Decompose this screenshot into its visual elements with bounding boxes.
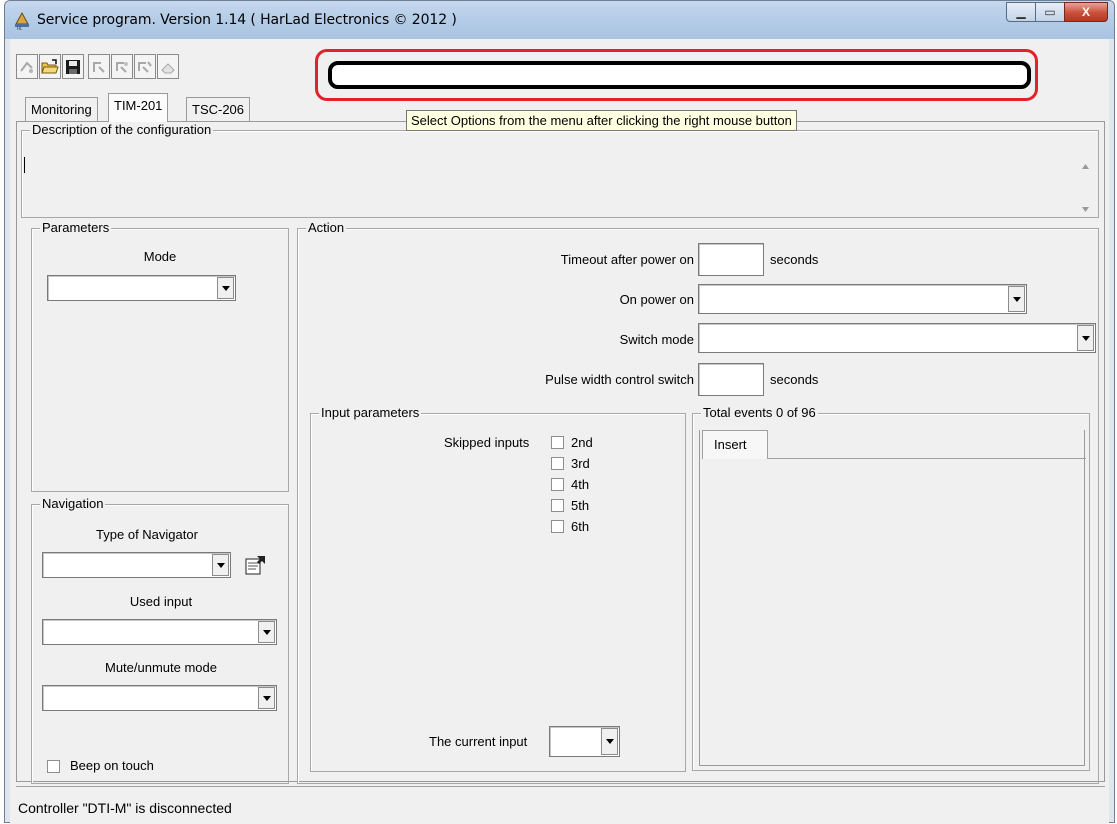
- switch-mode-select[interactable]: [698, 323, 1096, 353]
- timeout-input[interactable]: [698, 243, 764, 276]
- navigation-legend: Navigation: [40, 496, 106, 511]
- navigator-properties-icon[interactable]: [243, 553, 268, 577]
- tab-tim-201[interactable]: TIM-201: [108, 93, 169, 122]
- power-on-label: On power on: [619, 292, 694, 307]
- open-folder-icon[interactable]: [39, 54, 61, 79]
- skip-input-6th-label: 6th: [571, 519, 590, 534]
- skip-input-3rd-label: 3rd: [571, 456, 590, 471]
- navigation-group: Navigation Type of Navigator Used input: [31, 496, 289, 784]
- skipped-inputs-label: Skipped inputs: [444, 435, 530, 450]
- events-group: Total events 0 of 96 Insert: [692, 405, 1090, 771]
- save-disk-icon[interactable]: [62, 54, 84, 79]
- mute-mode-label: Mute/unmute mode: [104, 660, 217, 675]
- client-area: Monitoring TIM-201 TSC-206 Description o…: [10, 39, 1109, 824]
- skip-input-3rd-checkbox[interactable]: [551, 457, 564, 470]
- tab-monitoring[interactable]: Monitoring: [25, 97, 98, 121]
- pulse-width-unit-label: seconds: [770, 372, 819, 387]
- navigator-type-label: Type of Navigator: [96, 527, 198, 542]
- toolbar: [16, 54, 180, 79]
- skip-input-6th-checkbox[interactable]: [551, 520, 564, 533]
- close-button[interactable]: X: [1064, 2, 1108, 22]
- used-input-select[interactable]: [42, 619, 277, 645]
- write-icon[interactable]: [111, 54, 133, 79]
- navigator-type-select[interactable]: [42, 552, 231, 578]
- maximize-button[interactable]: ▭: [1035, 2, 1065, 22]
- events-legend: Total events 0 of 96: [701, 405, 818, 420]
- beep-on-touch-label: Beep on touch: [70, 758, 154, 773]
- minimize-button[interactable]: ▁: [1006, 2, 1036, 22]
- tab-page-tim-201: Description of the configuration Paramet…: [16, 121, 1105, 784]
- message-display: [328, 61, 1031, 89]
- mute-mode-select[interactable]: [42, 685, 277, 711]
- input-parameters-legend: Input parameters: [319, 405, 422, 420]
- skip-input-4th-checkbox[interactable]: [551, 478, 564, 491]
- chevron-down-icon[interactable]: [1008, 286, 1025, 312]
- window-title: Service program. Version 1.14 ( HarLad E…: [37, 12, 457, 28]
- skip-input-5th-checkbox[interactable]: [551, 499, 564, 512]
- chevron-down-icon[interactable]: [1077, 325, 1094, 351]
- description-textarea[interactable]: [22, 147, 1078, 215]
- read-icon[interactable]: [88, 54, 110, 79]
- parameters-group: Parameters Mode: [31, 220, 289, 492]
- parameters-legend: Parameters: [40, 220, 112, 235]
- current-input-select[interactable]: [549, 726, 620, 757]
- tab-insert[interactable]: Insert: [702, 430, 768, 459]
- status-bar: Controller "DTI-M" is disconnected: [16, 786, 1105, 819]
- chevron-down-icon[interactable]: [217, 277, 234, 299]
- action-legend: Action: [306, 220, 347, 235]
- status-text: Controller "DTI-M" is disconnected: [18, 800, 232, 816]
- verify-icon[interactable]: [134, 54, 156, 79]
- tooltip: Select Options from the menu after click…: [406, 110, 797, 131]
- timeout-unit-label: seconds: [770, 252, 819, 267]
- action-group: Action Timeout after power on seconds On…: [297, 220, 1099, 784]
- mode-label: Mode: [143, 249, 177, 264]
- tab-label: TIM-201: [114, 98, 163, 113]
- beep-on-touch-checkbox[interactable]: [47, 760, 60, 773]
- tab-label: Monitoring: [31, 102, 92, 117]
- switch-mode-label: Switch mode: [619, 332, 694, 347]
- window-controls: ▁ ▭ X: [1006, 2, 1108, 22]
- timeout-label: Timeout after power on: [560, 252, 694, 267]
- skip-input-2nd-label: 2nd: [571, 435, 593, 450]
- skip-input-4th-label: 4th: [571, 477, 590, 492]
- pulse-width-input[interactable]: [698, 363, 764, 396]
- tab-label: Insert: [714, 437, 747, 452]
- description-scrollbar[interactable]: [1077, 147, 1094, 215]
- events-list-panel: Insert: [699, 430, 1086, 766]
- mode-select[interactable]: [47, 275, 236, 301]
- title-bar[interactable]: HL Service program. Version 1.14 ( HarLa…: [5, 1, 1114, 39]
- chevron-down-icon[interactable]: [258, 621, 275, 643]
- used-input-label: Used input: [129, 594, 193, 609]
- power-on-select[interactable]: [698, 284, 1027, 314]
- app-window: HL Service program. Version 1.14 ( HarLa…: [4, 0, 1115, 824]
- input-parameters-group: Input parameters Skipped inputs 2nd 3rd …: [310, 405, 686, 772]
- svg-text:HL: HL: [17, 26, 23, 30]
- tab-label: TSC-206: [192, 102, 245, 117]
- description-group: Description of the configuration: [21, 122, 1099, 218]
- skip-input-5th-label: 5th: [571, 498, 590, 513]
- chevron-down-icon[interactable]: [258, 687, 275, 709]
- tab-tsc-206[interactable]: TSC-206: [186, 97, 251, 121]
- erase-icon[interactable]: [157, 54, 179, 79]
- chevron-down-icon[interactable]: [601, 728, 618, 755]
- connect-icon[interactable]: [16, 54, 38, 79]
- current-input-label: The current input: [429, 734, 528, 749]
- skip-input-2nd-checkbox[interactable]: [551, 436, 564, 449]
- app-icon: HL: [13, 10, 31, 31]
- pulse-width-label: Pulse width control switch: [545, 372, 694, 387]
- description-legend: Description of the configuration: [30, 122, 214, 137]
- chevron-down-icon[interactable]: [212, 554, 229, 576]
- text-cursor: [24, 157, 25, 173]
